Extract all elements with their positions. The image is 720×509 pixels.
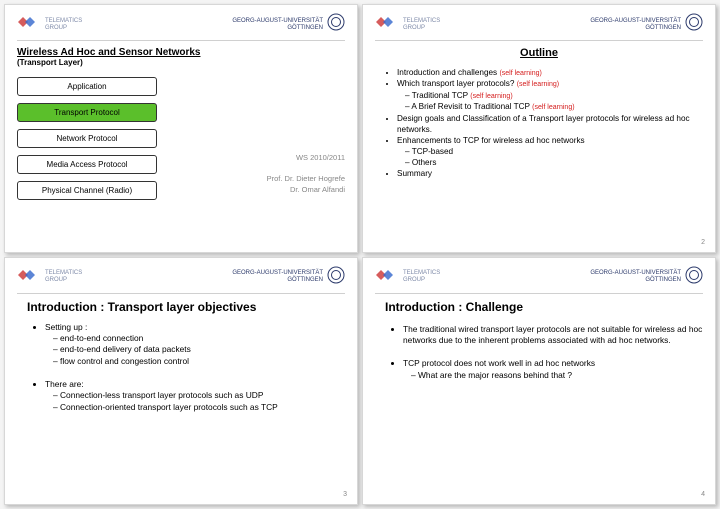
list-item: Traditional TCP (self learning) bbox=[405, 90, 703, 101]
brand-left: TELEMATICS GROUP bbox=[375, 15, 440, 34]
slide-header: TELEMATICS GROUP GEORG-AUGUST-UNIVERSITÄ… bbox=[375, 13, 703, 41]
page-number: 4 bbox=[701, 491, 705, 498]
course-title: Wireless Ad Hoc and Sensor Networks bbox=[17, 47, 345, 58]
slide-grid: TELEMATICS GROUP GEORG-AUGUST-UNIVERSITÄ… bbox=[0, 0, 720, 509]
group-label: TELEMATICS GROUP bbox=[45, 270, 82, 283]
uni-label: GEORG-AUGUST-UNIVERSITÄT GÖTTINGEN bbox=[590, 18, 681, 31]
uni-label: GEORG-AUGUST-UNIVERSITÄT GÖTTINGEN bbox=[232, 270, 323, 283]
uni-seal-icon bbox=[327, 13, 345, 36]
outline-list: Introduction and challenges (self learni… bbox=[397, 67, 703, 179]
brand-right: GEORG-AUGUST-UNIVERSITÄT GÖTTINGEN bbox=[590, 266, 703, 289]
brand-left: TELEMATICS GROUP bbox=[375, 268, 440, 287]
page-number: 2 bbox=[701, 239, 705, 246]
slide4-list: The traditional wired transport layer pr… bbox=[403, 324, 703, 381]
outline-title: Outline bbox=[375, 47, 703, 59]
list-item: The traditional wired transport layer pr… bbox=[403, 324, 703, 347]
page-number: 3 bbox=[343, 491, 347, 498]
list-item: Summary bbox=[397, 168, 703, 179]
uni-label: GEORG-AUGUST-UNIVERSITÄT GÖTTINGEN bbox=[590, 270, 681, 283]
list-item: TCP-based bbox=[405, 146, 703, 157]
slide-4: TELEMATICS GROUP GEORG-AUGUST-UNIVERSITÄ… bbox=[362, 257, 716, 506]
uni-label: GEORG-AUGUST-UNIVERSITÄT GÖTTINGEN bbox=[232, 18, 323, 31]
slide1-title-block: Wireless Ad Hoc and Sensor Networks (Tra… bbox=[17, 47, 345, 67]
brand-left: TELEMATICS GROUP bbox=[17, 268, 82, 287]
group-label: TELEMATICS GROUP bbox=[45, 18, 82, 31]
brand-right: GEORG-AUGUST-UNIVERSITÄT GÖTTINGEN bbox=[590, 13, 703, 36]
list-item: end-to-end delivery of data packets bbox=[53, 344, 345, 355]
list-item: end-to-end connection bbox=[53, 333, 345, 344]
slide-1: TELEMATICS GROUP GEORG-AUGUST-UNIVERSITÄ… bbox=[4, 4, 358, 253]
slide-header: TELEMATICS GROUP GEORG-AUGUST-UNIVERSITÄ… bbox=[17, 266, 345, 294]
brand-left: TELEMATICS GROUP bbox=[17, 15, 82, 34]
slide3-list: Setting up : end-to-end connection end-t… bbox=[45, 322, 345, 413]
slide1-body: Application Transport Protocol Network P… bbox=[17, 77, 345, 200]
list-item: Which transport layer protocols? (self l… bbox=[397, 78, 703, 112]
list-item: Connection-less transport layer protocol… bbox=[53, 390, 345, 401]
list-item: Setting up : end-to-end connection end-t… bbox=[45, 322, 345, 367]
slide-3: TELEMATICS GROUP GEORG-AUGUST-UNIVERSITÄ… bbox=[4, 257, 358, 506]
telematics-logo-icon bbox=[17, 268, 39, 287]
list-item: Others bbox=[405, 157, 703, 168]
uni-seal-icon bbox=[685, 266, 703, 289]
list-item: TCP protocol does not work well in ad ho… bbox=[403, 358, 703, 381]
slide3-title: Introduction : Transport layer objective… bbox=[27, 300, 345, 314]
layer-transport: Transport Protocol bbox=[17, 103, 157, 122]
layer-mac: Media Access Protocol bbox=[17, 155, 157, 174]
group-label: TELEMATICS GROUP bbox=[403, 18, 440, 31]
layer-physical: Physical Channel (Radio) bbox=[17, 181, 157, 200]
brand-right: GEORG-AUGUST-UNIVERSITÄT GÖTTINGEN bbox=[232, 266, 345, 289]
course-subtitle: (Transport Layer) bbox=[17, 58, 345, 67]
protocol-stack: Application Transport Protocol Network P… bbox=[17, 77, 157, 200]
uni-seal-icon bbox=[685, 13, 703, 36]
slide-2: TELEMATICS GROUP GEORG-AUGUST-UNIVERSITÄ… bbox=[362, 4, 716, 253]
list-item: Introduction and challenges (self learni… bbox=[397, 67, 703, 78]
assistant: Dr. Omar Alfandi bbox=[167, 185, 345, 194]
professor: Prof. Dr. Dieter Hogrefe bbox=[167, 174, 345, 183]
telematics-logo-icon bbox=[375, 15, 397, 34]
telematics-logo-icon bbox=[17, 15, 39, 34]
list-item: Design goals and Classification of a Tra… bbox=[397, 113, 703, 135]
group-label: TELEMATICS GROUP bbox=[403, 270, 440, 283]
list-item: A Brief Revisit to Traditional TCP (self… bbox=[405, 101, 703, 112]
list-item: flow control and congestion control bbox=[53, 356, 345, 367]
list-item: Enhancements to TCP for wireless ad hoc … bbox=[397, 135, 703, 168]
slide-header: TELEMATICS GROUP GEORG-AUGUST-UNIVERSITÄ… bbox=[375, 266, 703, 294]
telematics-logo-icon bbox=[375, 268, 397, 287]
uni-seal-icon bbox=[327, 266, 345, 289]
brand-right: GEORG-AUGUST-UNIVERSITÄT GÖTTINGEN bbox=[232, 13, 345, 36]
list-item: There are: Connection-less transport lay… bbox=[45, 379, 345, 413]
slide1-meta: WS 2010/2011 Prof. Dr. Dieter Hogrefe Dr… bbox=[167, 77, 345, 200]
layer-application: Application bbox=[17, 77, 157, 96]
semester: WS 2010/2011 bbox=[167, 153, 345, 162]
layer-network: Network Protocol bbox=[17, 129, 157, 148]
list-item: What are the major reasons behind that ? bbox=[411, 370, 703, 381]
slide4-title: Introduction : Challenge bbox=[385, 300, 703, 314]
list-item: Connection-oriented transport layer prot… bbox=[53, 402, 345, 413]
slide-header: TELEMATICS GROUP GEORG-AUGUST-UNIVERSITÄ… bbox=[17, 13, 345, 41]
